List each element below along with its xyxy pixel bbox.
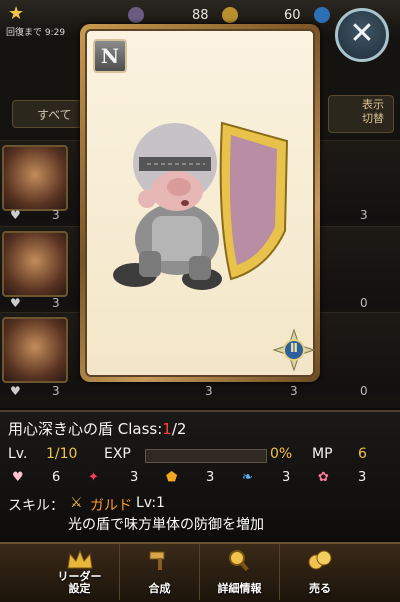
skill-name: ガルド (90, 498, 132, 514)
heart-icon: ♥ (10, 296, 21, 310)
details-button[interactable]: 詳細情報 (200, 544, 280, 600)
monster-thumbnail (2, 231, 68, 297)
stat-speed: 3 (282, 470, 291, 485)
row-value: 3 (290, 384, 298, 398)
exp-label: EXP (104, 446, 131, 462)
coin-icon (222, 7, 238, 23)
card-face: N (85, 29, 315, 377)
luck-clover-icon: ✿ (318, 470, 329, 485)
row-value: 3 (52, 208, 60, 222)
skill-description: 光の盾で味方単体の防御を増加 (68, 517, 264, 533)
monster-thumbnail (2, 145, 68, 211)
stat-attack: 3 (130, 470, 139, 485)
mp-label: MP (312, 446, 333, 462)
coins-icon (308, 550, 332, 570)
level-value: 1/10 (46, 446, 78, 462)
sell-button[interactable]: 売る (280, 544, 360, 600)
stat-hp: 6 (52, 470, 61, 485)
defense-shield-icon: ⬟ (166, 470, 178, 485)
attack-icon: ✦ (88, 470, 99, 485)
crown-icon (67, 549, 93, 569)
speed-feather-icon: ❧ (242, 470, 253, 485)
skill-label: スキル： (8, 498, 64, 514)
stamina-icon (128, 7, 144, 23)
gem-icon (314, 7, 330, 23)
leader-set-button[interactable]: リーダー 設定 (40, 544, 120, 600)
hammer-icon (149, 551, 165, 570)
row-value: 3 (52, 384, 60, 398)
sell-label: 売る (309, 582, 331, 595)
heart-icon: ♥ (10, 208, 21, 222)
magnifier-icon (229, 550, 249, 572)
heart-icon: ♥ (10, 384, 21, 398)
leader-set-label: リーダー 設定 (57, 570, 102, 595)
display-toggle-label: 表示 切替 (362, 98, 384, 125)
fuse-label: 合成 (148, 582, 171, 595)
row-value: 0 (360, 384, 368, 398)
stat-value-1: 88 (192, 8, 209, 23)
fuse-button[interactable]: 合成 (120, 544, 200, 600)
details-label: 詳細情報 (217, 582, 262, 595)
stat-defense: 3 (206, 470, 215, 485)
close-icon: ✕ (349, 16, 375, 51)
level-label: Lv. (8, 446, 28, 462)
card-title: 用心深き心の盾 Class:1/2 (8, 420, 187, 438)
skill-level: Lv:1 (136, 495, 165, 511)
recover-timer: 回復まで 9:29 (6, 28, 66, 38)
rarity-badge: N (93, 39, 127, 73)
row-value: 3 (52, 296, 60, 310)
hp-heart-icon: ♥ (12, 470, 24, 485)
exp-bar (145, 449, 267, 463)
row-value: 0 (360, 296, 368, 310)
stat-luck: 3 (358, 470, 367, 485)
skill-icon: ⚔ (70, 495, 83, 511)
mp-value: 6 (358, 446, 367, 462)
monster-thumbnail (2, 317, 68, 383)
exp-value: 0% (270, 446, 293, 462)
close-button[interactable]: ✕ (335, 8, 389, 62)
row-value: 3 (205, 384, 213, 398)
class-badge-label: Ⅱ (290, 341, 298, 355)
rank-star-icon: ★ (8, 3, 25, 24)
knight-illustration (113, 121, 289, 290)
row-value: 3 (360, 208, 368, 222)
stat-value-2: 60 (284, 8, 301, 23)
